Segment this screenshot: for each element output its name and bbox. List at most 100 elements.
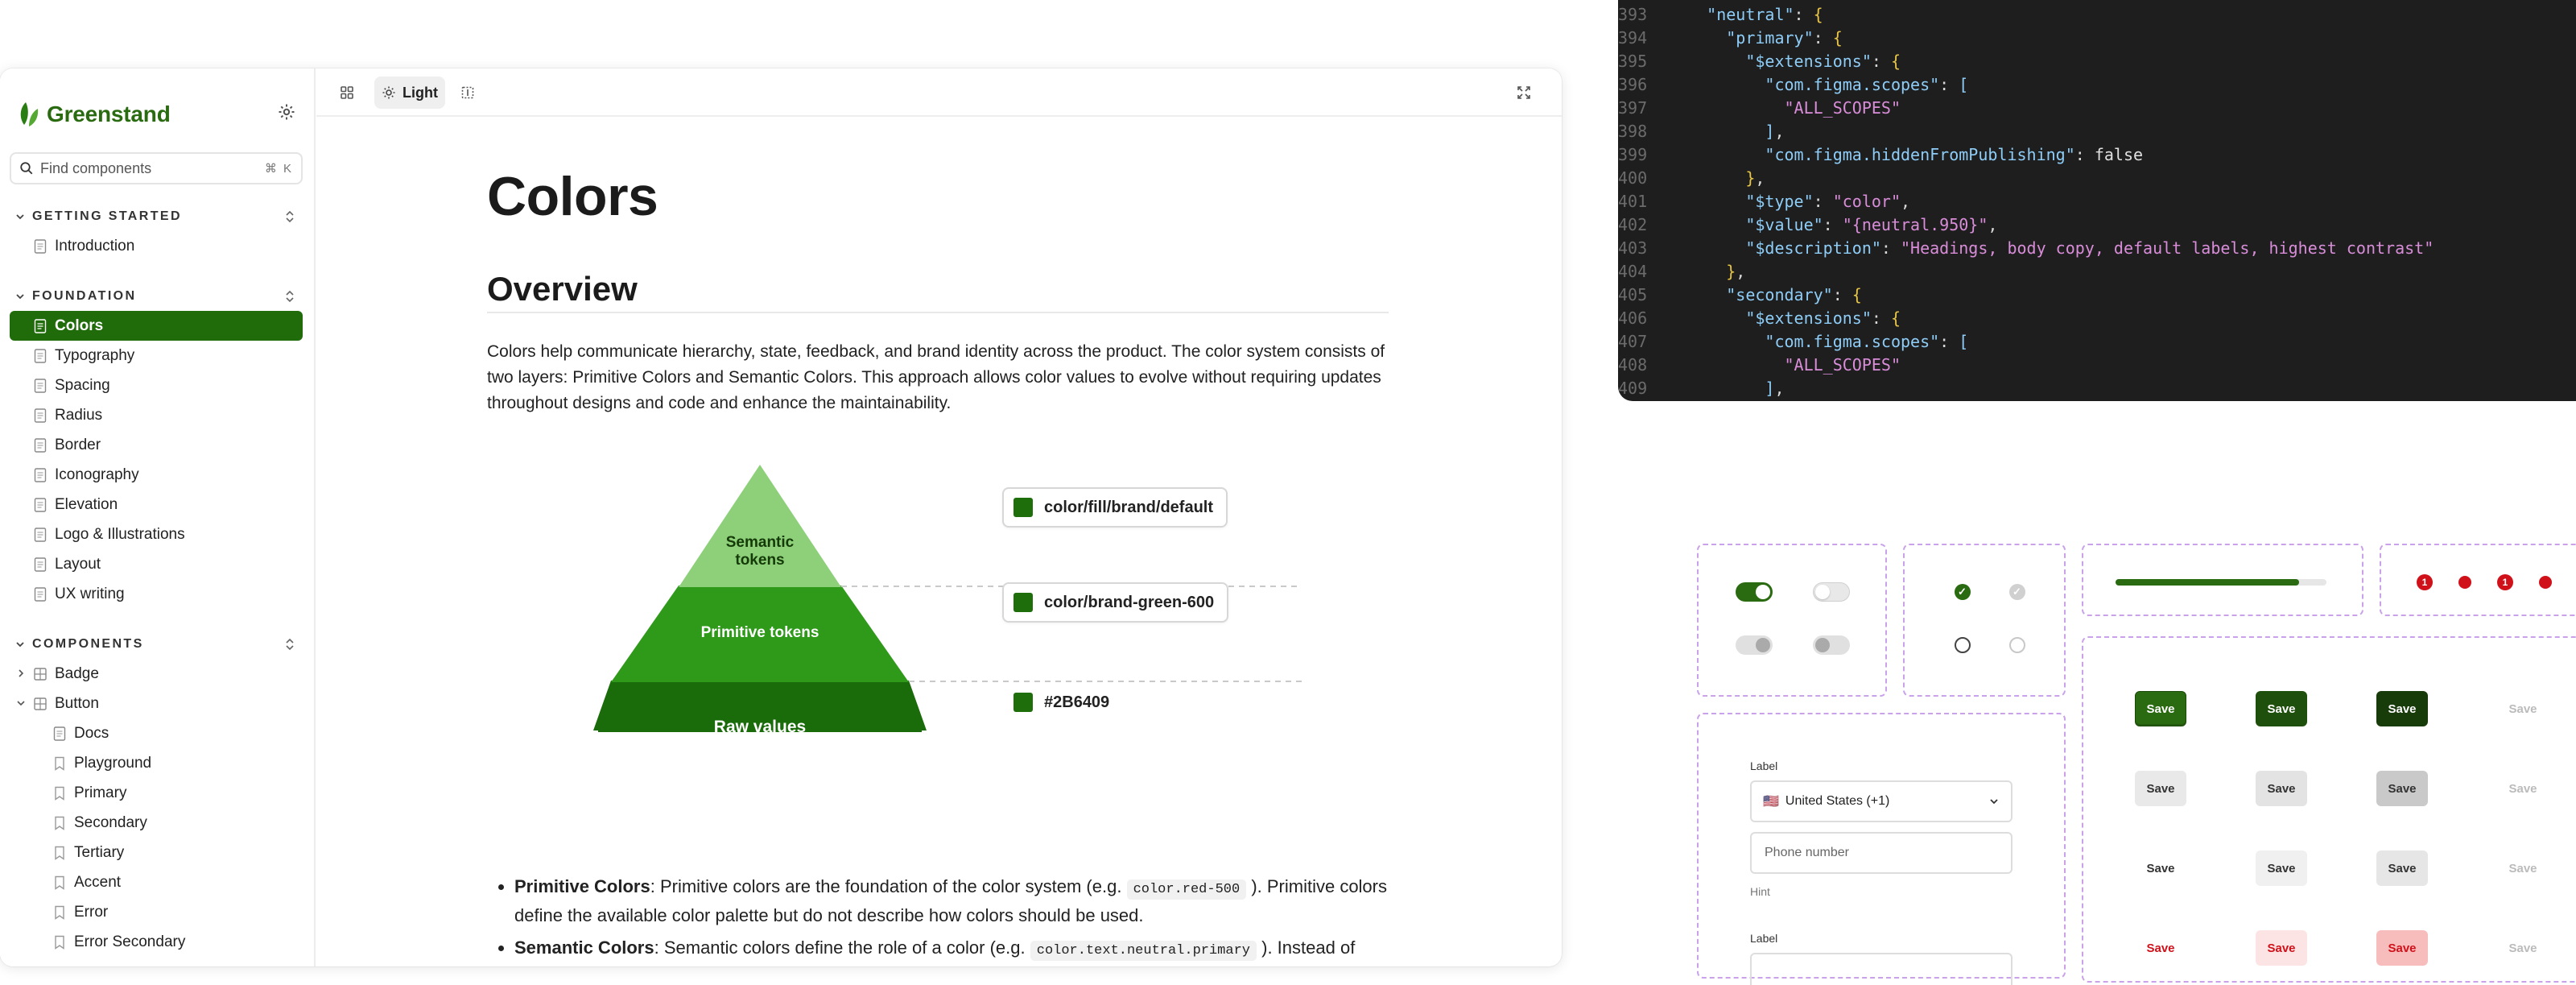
story-icon [55,905,64,920]
document-icon [53,726,66,741]
code-line: 399 "com.figma.hiddenFromPublishing": fa… [1618,143,2576,167]
section-getting-started[interactable]: GETTING STARTED [10,202,303,231]
sidebar-item-colors[interactable]: Colors [10,311,303,341]
sidebar-item-button-playground[interactable]: Playground [10,748,303,778]
save-button[interactable]: Save [2135,771,2186,806]
sidebar-item-button-accent[interactable]: Accent [10,867,303,897]
expand-collapse-icon[interactable] [282,288,298,304]
toggle-on[interactable] [1736,582,1773,602]
sidebar-item-label: Button [55,694,99,712]
sidebar-item-spacing[interactable]: Spacing [10,370,303,400]
sidebar-item-label: Primary [74,784,127,801]
save-button[interactable]: Save [2256,930,2307,966]
radio-checked[interactable]: ✓ [1955,584,1971,600]
sidebar-item-ux-writing[interactable]: UX writing [10,579,303,609]
progress-showcase [2082,544,2363,616]
sidebar-item-label: Docs [74,724,109,742]
theme-toggle-button[interactable]: Light [374,77,445,109]
save-button[interactable]: Save [2135,691,2186,726]
brand[interactable]: Greenstand [18,101,171,128]
dot-badge [2539,576,2552,589]
form-field-showcase: Label 🇺🇸 United States (+1) Phone number… [1697,713,2066,985]
sidebar-item-button-docs[interactable]: Docs [10,718,303,748]
code-line: 408 "ALL_SCOPES" [1618,354,2576,377]
code-text: "$description": "Headings, body copy, de… [1745,238,2434,258]
save-button[interactable]: Save [2256,691,2307,726]
save-button[interactable]: Save [2135,850,2186,886]
sidebar-item-radius[interactable]: Radius [10,400,303,430]
sidebar-item-typography[interactable]: Typography [10,341,303,370]
leaf-logo-icon [20,102,39,126]
expand-collapse-icon[interactable] [282,209,298,225]
sidebar-item-button[interactable]: Button [10,689,303,718]
save-button[interactable]: Save [2376,850,2428,886]
search-input[interactable] [40,159,258,177]
section-label: FOUNDATION [32,289,137,303]
save-button[interactable]: Save [2376,691,2428,726]
button-showcase: Save Save Save Save Save Save Save Save Save Save… [2082,636,2576,983]
outline-button[interactable] [452,77,484,109]
search-box[interactable]: ⌘ K [10,152,303,184]
document-icon [34,318,47,333]
sidebar: Greenstand ⌘ K GETTING STARTED Introduct… [0,68,316,966]
section-foundation[interactable]: FOUNDATION [10,282,303,311]
sidebar-item-iconography[interactable]: Iconography [10,460,303,490]
toggle-showcase [1697,544,1887,697]
sidebar-item-button-error[interactable]: Error [10,897,303,927]
sidebar-item-label: Accent [74,873,122,891]
sidebar-item-logo-illustrations[interactable]: Logo & Illustrations [10,519,303,549]
gear-icon[interactable] [277,102,296,122]
sidebar-item-introduction[interactable]: Introduction [10,231,303,261]
field-hint: Hint [1750,885,1770,898]
document-icon [34,467,47,482]
story-icon [55,816,64,830]
sidebar-item-button-primary[interactable]: Primary [10,778,303,808]
save-button[interactable]: Save [2376,930,2428,966]
brand-name: Greenstand [47,101,171,126]
line-number: 396 [1618,75,1648,94]
line-number: 395 [1618,52,1648,71]
second-field[interactable] [1750,953,2013,985]
save-button[interactable]: Save [2376,771,2428,806]
save-button[interactable]: Save [2256,771,2307,806]
toggle-disabled-off [1813,635,1850,655]
inline-code: color.red-500 [1126,879,1247,900]
inline-code: color.text.neutral.primary [1030,941,1257,961]
save-button[interactable]: Save [2256,850,2307,886]
sidebar-item-layout[interactable]: Layout [10,549,303,579]
code-text: "ALL_SCOPES" [1784,355,1901,375]
sidebar-item-button-error-secondary[interactable]: Error Secondary [10,927,303,957]
line-number: 401 [1618,192,1648,211]
country-select[interactable]: 🇺🇸 United States (+1) [1750,780,2013,822]
sidebar-item-elevation[interactable]: Elevation [10,490,303,519]
code-line: 409 ], [1618,377,2576,400]
phone-input[interactable]: Phone number [1750,832,2013,874]
save-button: Save [2508,702,2537,716]
expand-collapse-icon[interactable] [282,636,298,652]
overview-paragraph: Colors help communicate hierarchy, state… [487,342,1385,412]
chevron-down-icon [16,214,24,220]
sidebar-item-button-tertiary[interactable]: Tertiary [10,838,303,867]
fullscreen-button[interactable] [1508,77,1540,109]
grid-view-button[interactable] [331,77,363,109]
line-number: 393 [1618,5,1648,24]
code-text: ], [1765,122,1785,141]
section-components[interactable]: COMPONENTS [10,630,303,659]
toggle-off[interactable] [1813,582,1850,602]
save-button: Save [2508,941,2537,955]
sidebar-item-label: Error [74,903,109,921]
list-item-semantic: Semantic Colors: Semantic colors define … [514,935,1389,964]
sidebar-item-button-secondary[interactable]: Secondary [10,808,303,838]
country-value: United States (+1) [1785,794,1890,808]
save-button[interactable]: Save [2135,930,2186,966]
pyramid-mid-label: Primitive tokens [700,624,819,641]
sidebar-item-badge[interactable]: Badge [10,659,303,689]
badge-dot-showcase: 1 1 [2380,544,2576,616]
document-icon [34,378,47,393]
code-text: "primary": { [1726,28,1843,48]
radio-unchecked[interactable] [1955,637,1971,653]
toggle-disabled-on [1736,635,1773,655]
line-number: 397 [1618,98,1648,118]
chevron-down-icon [17,701,25,706]
sidebar-item-border[interactable]: Border [10,430,303,460]
